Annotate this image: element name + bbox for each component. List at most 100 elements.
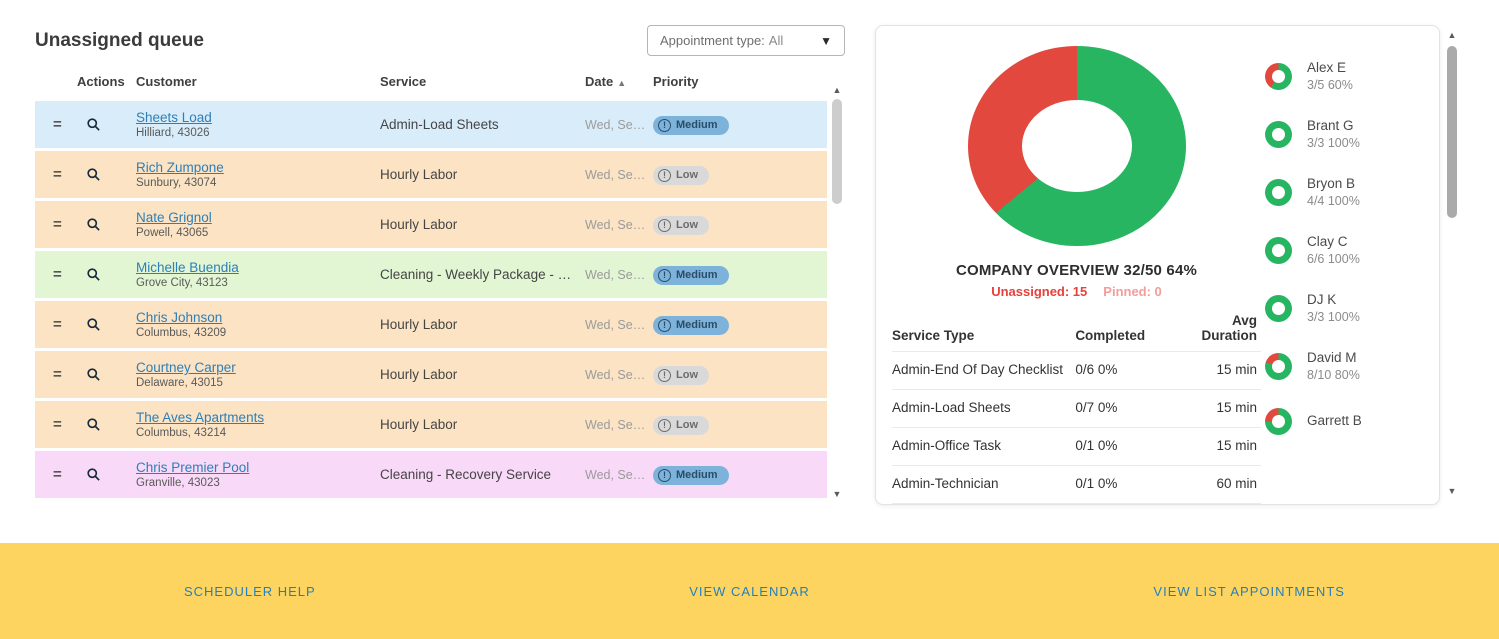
- customer-link[interactable]: The Aves Apartments: [136, 410, 380, 425]
- service-name: Cleaning - Weekly Package - …: [380, 267, 585, 282]
- employee-stats-list: Alex E3/5 60% Brant G3/3 100% Bryon B4/4…: [1265, 44, 1425, 504]
- drag-handle-icon[interactable]: =: [53, 166, 62, 183]
- table-row[interactable]: = The Aves ApartmentsColumbus, 43214 Hou…: [35, 401, 827, 448]
- completed-value: 0/7 0%: [1075, 399, 1187, 418]
- scrollbar-thumb[interactable]: [1447, 46, 1457, 218]
- service-type: Admin-Office Task: [892, 437, 1075, 456]
- queue-scrollbar[interactable]: ▲ ▼: [829, 83, 845, 501]
- avg-duration-value: 15 min: [1188, 361, 1261, 380]
- customer-link[interactable]: Rich Zumpone: [136, 160, 380, 175]
- scrollbar-track[interactable]: [1444, 42, 1460, 484]
- drag-handle-icon[interactable]: =: [53, 416, 62, 433]
- list-item: Clay C6/6 100%: [1265, 234, 1425, 266]
- appointment-date: Wed, Se…: [585, 468, 653, 482]
- customer-address: Hilliard, 43026: [136, 127, 380, 139]
- table-row[interactable]: = Chris Premier PoolGranville, 43023 Cle…: [35, 451, 827, 498]
- table-row[interactable]: = Michelle Buendia Grove City, 43123 Clea…: [35, 251, 827, 298]
- magnifier-icon[interactable]: [86, 167, 101, 182]
- scroll-down-icon[interactable]: ▼: [1448, 484, 1457, 498]
- sort-ascending-icon: ▲: [617, 78, 626, 88]
- magnifier-icon[interactable]: [86, 267, 101, 282]
- employee-name: Clay C: [1307, 234, 1360, 249]
- drag-handle-icon[interactable]: =: [53, 266, 62, 283]
- avg-duration-value: 15 min: [1188, 437, 1261, 456]
- view-list-appointments-link[interactable]: VIEW LIST APPOINTMENTS: [999, 584, 1499, 599]
- overview-stats: Unassigned: 15Pinned: 0: [991, 284, 1162, 299]
- employee-name: Alex E: [1307, 60, 1353, 75]
- footer-bar: SCHEDULER HELP VIEW CALENDAR VIEW LIST A…: [0, 543, 1499, 639]
- column-header-priority: Priority: [653, 74, 827, 89]
- column-header-date[interactable]: Date▲: [585, 74, 653, 89]
- completed-value: 0/1 0%: [1075, 437, 1187, 456]
- column-header-completed: Completed: [1075, 328, 1187, 343]
- drag-handle-icon[interactable]: =: [53, 216, 62, 233]
- overview-left-column: COMPANY OVERVIEW 32/50 64% Unassigned: 1…: [892, 44, 1261, 504]
- priority-badge: !Medium: [653, 116, 729, 135]
- table-row[interactable]: = Nate GrignolPowell, 43065 Hourly Labor…: [35, 201, 827, 248]
- avg-duration-value: 60 min: [1188, 475, 1261, 494]
- customer-link[interactable]: Chris Premier Pool: [136, 460, 380, 475]
- customer-link[interactable]: Chris Johnson: [136, 310, 380, 325]
- unassigned-queue-panel: Unassigned queue Appointment type:All ▼ …: [35, 25, 845, 507]
- employee-name: Brant G: [1307, 118, 1360, 133]
- priority-badge: !Low: [653, 416, 709, 435]
- table-row[interactable]: = Courtney CarperDelaware, 43015 Hourly …: [35, 351, 827, 398]
- scheduler-help-link[interactable]: SCHEDULER HELP: [0, 584, 500, 599]
- list-item: Garrett B: [1265, 408, 1425, 435]
- list-item: Brant G3/3 100%: [1265, 118, 1425, 150]
- service-type-table: Service Type Completed Avg Duration Admi…: [892, 309, 1261, 504]
- exclamation-icon: !: [658, 169, 671, 182]
- appointment-date: Wed, Se…: [585, 218, 653, 232]
- customer-address: Grove City, 43123: [136, 277, 380, 289]
- table-row[interactable]: = Sheets LoadHilliard, 43026 Admin-Load …: [35, 101, 827, 148]
- exclamation-icon: !: [658, 419, 671, 432]
- service-type: Admin-End Of Day Checklist: [892, 361, 1075, 380]
- magnifier-icon[interactable]: [86, 317, 101, 332]
- appointment-date: Wed, Se…: [585, 168, 653, 182]
- scrollbar-thumb[interactable]: [832, 99, 842, 204]
- magnifier-icon[interactable]: [86, 117, 101, 132]
- priority-badge: !Medium: [653, 466, 729, 485]
- magnifier-icon[interactable]: [86, 217, 101, 232]
- table-row: Admin-Office Task 0/1 0% 15 min: [892, 428, 1261, 466]
- completed-value: 0/1 0%: [1075, 475, 1187, 494]
- magnifier-icon[interactable]: [86, 467, 101, 482]
- drag-handle-icon[interactable]: =: [53, 116, 62, 133]
- exclamation-icon: !: [658, 219, 671, 232]
- queue-table-header: Actions Customer Service Date▲ Priority: [35, 70, 827, 101]
- customer-link[interactable]: Nate Grignol: [136, 210, 380, 225]
- priority-badge: !Medium: [653, 266, 729, 285]
- appointment-type-label: Appointment type:All: [660, 33, 783, 48]
- magnifier-icon[interactable]: [86, 417, 101, 432]
- customer-link[interactable]: Michelle Buendia: [136, 260, 380, 275]
- table-row[interactable]: = Chris JohnsonColumbus, 43209 Hourly La…: [35, 301, 827, 348]
- exclamation-icon: !: [658, 319, 671, 332]
- appointment-type-dropdown[interactable]: Appointment type:All ▼: [647, 25, 845, 56]
- customer-link[interactable]: Courtney Carper: [136, 360, 380, 375]
- page-title: Unassigned queue: [35, 30, 204, 52]
- column-header-avg-duration: Avg Duration: [1188, 313, 1261, 343]
- service-name: Hourly Labor: [380, 317, 585, 332]
- appointment-date: Wed, Se…: [585, 268, 653, 282]
- priority-badge: !Low: [653, 216, 709, 235]
- employee-donut-chart: [1265, 295, 1292, 322]
- drag-handle-icon[interactable]: =: [53, 366, 62, 383]
- scroll-up-icon[interactable]: ▲: [1448, 28, 1457, 42]
- column-header-service: Service: [380, 74, 585, 89]
- customer-link[interactable]: Sheets Load: [136, 110, 380, 125]
- service-name: Hourly Labor: [380, 217, 585, 232]
- drag-handle-icon[interactable]: =: [53, 316, 62, 333]
- scroll-up-icon[interactable]: ▲: [833, 83, 842, 97]
- service-type: Admin-Technician: [892, 475, 1075, 494]
- table-row[interactable]: = Rich ZumponeSunbury, 43074 Hourly Labo…: [35, 151, 827, 198]
- priority-badge: !Low: [653, 166, 709, 185]
- scrollbar-track[interactable]: [829, 97, 845, 487]
- scroll-down-icon[interactable]: ▼: [833, 487, 842, 501]
- customer-address: Granville, 43023: [136, 477, 380, 489]
- page-scrollbar[interactable]: ▲ ▼: [1444, 28, 1460, 498]
- appointment-type-value: All: [769, 33, 783, 48]
- view-calendar-link[interactable]: VIEW CALENDAR: [500, 584, 1000, 599]
- drag-handle-icon[interactable]: =: [53, 466, 62, 483]
- magnifier-icon[interactable]: [86, 367, 101, 382]
- employee-donut-chart: [1265, 179, 1292, 206]
